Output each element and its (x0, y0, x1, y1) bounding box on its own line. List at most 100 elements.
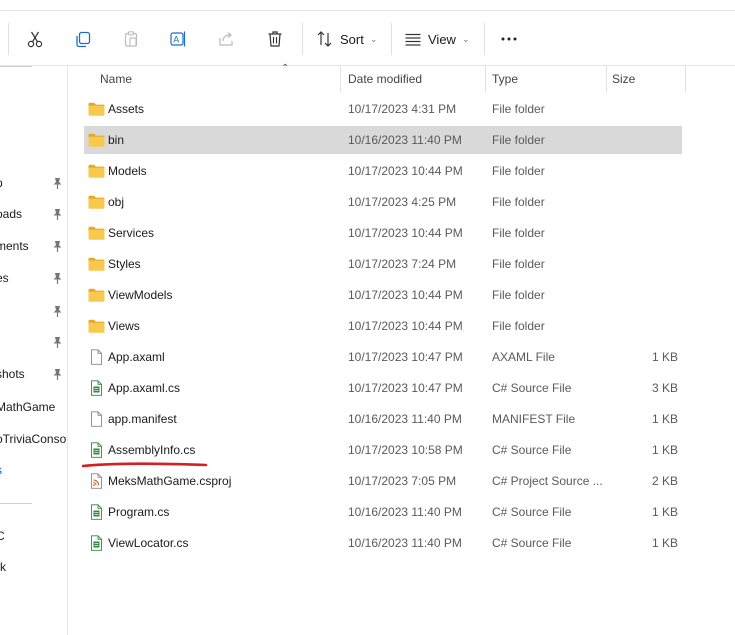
file-row[interactable]: Assets 10/17/2023 4:31 PM File folder (84, 95, 682, 123)
copy-button[interactable] (72, 25, 94, 53)
file-row[interactable]: Models 10/17/2023 10:44 PM File folder (84, 157, 682, 185)
share-button[interactable] (215, 25, 237, 53)
nav-divider (0, 503, 32, 504)
pin-icon (53, 306, 62, 317)
column-header-size[interactable]: Size (612, 66, 682, 92)
file-row[interactable]: bin 10/16/2023 11:40 PM File folder (84, 126, 682, 154)
column-header-type[interactable]: Type (492, 66, 606, 92)
file-type: C# Project Source ... (492, 474, 603, 488)
column-name-label: Name (100, 72, 133, 86)
column-resize-handle[interactable] (485, 66, 486, 92)
file-row[interactable]: Views 10/17/2023 10:44 PM File folder (84, 312, 682, 340)
nav-item-label: rk (0, 560, 6, 574)
nav-item-3[interactable]: es (0, 269, 67, 289)
nav-item-label: MathGame (0, 400, 56, 414)
nav-item-9[interactable]: s (0, 461, 67, 481)
file-name: MeksMathGame.csproj (108, 474, 232, 488)
file-size: 1 KB (651, 412, 678, 426)
column-header-date[interactable]: Date modified (348, 66, 484, 92)
nav-item-6[interactable]: shots (0, 365, 67, 385)
view-button[interactable]: View ⌄ (404, 25, 472, 53)
nav-item-label: C (0, 529, 5, 543)
nav-item-2[interactable]: ments (0, 237, 67, 257)
nav-item-1[interactable]: oads (0, 205, 67, 225)
file-icon (91, 349, 102, 365)
file-date-modified: 10/17/2023 10:44 PM (348, 319, 463, 333)
nav-item-label: p (0, 176, 3, 190)
delete-button[interactable] (264, 25, 286, 53)
file-name: Styles (108, 257, 141, 271)
file-row[interactable]: MeksMathGame.csproj 10/17/2023 7:05 PM C# … (84, 467, 682, 495)
nav-item-8[interactable]: oTriviaConso (0, 430, 67, 450)
file-name: ViewLocator.cs (108, 536, 189, 550)
file-row[interactable]: App.axaml.cs 10/17/2023 10:47 PM C# Source… (84, 374, 682, 402)
cut-button[interactable] (24, 25, 46, 53)
nav-item-label: oTriviaConso (0, 432, 67, 446)
folder-icon (88, 257, 105, 271)
paste-button[interactable] (120, 25, 142, 53)
csharp-file-icon (91, 504, 102, 520)
nav-item-4[interactable] (0, 302, 67, 322)
column-header: ⌃ Name Date modified Type Size (69, 63, 735, 92)
column-type-label: Type (492, 72, 519, 86)
folder-icon (88, 319, 105, 333)
more-options-button[interactable] (498, 25, 520, 53)
pin-icon (53, 178, 62, 189)
sort-button[interactable]: Sort ⌄ (316, 25, 380, 53)
chevron-down-icon: ⌄ (369, 33, 378, 44)
file-date-modified: 10/16/2023 11:40 PM (348, 505, 462, 519)
toolbar-separator (391, 23, 392, 55)
pin-icon (53, 369, 62, 380)
toolbar-separator (302, 23, 303, 55)
csharp-file-icon (91, 535, 102, 551)
file-size: 1 KB (651, 505, 678, 519)
delete-icon (268, 31, 282, 47)
toolbar-separator (484, 23, 485, 55)
folder-icon (88, 288, 105, 302)
file-icon (91, 411, 102, 427)
rename-button[interactable]: A (167, 25, 189, 53)
file-name: obj (108, 195, 125, 209)
nav-item-0[interactable]: p (0, 174, 67, 194)
nav-item-label: shots (0, 367, 25, 381)
file-row[interactable]: App.axaml 10/17/2023 10:47 PM AXAML File 1 … (84, 343, 682, 371)
nav-item-11[interactable]: rk (0, 558, 67, 578)
file-row[interactable]: ViewModels 10/17/2023 10:44 PM File folder (84, 281, 682, 309)
column-resize-handle[interactable] (340, 66, 341, 92)
file-date-modified: 10/17/2023 10:47 PM (348, 350, 463, 364)
column-resize-handle[interactable] (606, 66, 607, 92)
file-name: Services (108, 226, 155, 240)
column-resize-handle[interactable] (685, 66, 686, 92)
file-row[interactable]: obj 10/17/2023 4:25 PM File folder (84, 188, 682, 216)
nav-divider (0, 66, 32, 67)
file-row[interactable]: Styles 10/17/2023 7:24 PM File folder (84, 250, 682, 278)
file-name: Assets (108, 102, 145, 116)
file-name: Models (108, 164, 147, 178)
column-header-name[interactable]: Name (100, 66, 335, 92)
copy-icon (76, 31, 91, 48)
nav-item-10[interactable]: C (0, 527, 67, 547)
file-name: Program.cs (108, 505, 170, 519)
file-name: app.manifest (108, 412, 177, 426)
file-date-modified: 10/17/2023 4:31 PM (348, 102, 457, 116)
pin-icon (53, 273, 62, 284)
file-name: App.axaml.cs (108, 381, 181, 395)
nav-item-7[interactable]: MathGame (0, 398, 67, 418)
file-type: File folder (492, 133, 545, 147)
file-row[interactable]: Program.cs 10/16/2023 11:40 PM C# Source F… (84, 498, 682, 526)
file-name: bin (108, 133, 125, 147)
red-underline-annotation (82, 462, 208, 468)
toolbar-separator (8, 23, 9, 55)
nav-item-5[interactable] (0, 333, 67, 353)
csharp-file-icon (91, 442, 102, 458)
view-label: View (428, 31, 456, 47)
file-row[interactable]: ViewLocator.cs 10/16/2023 11:40 PM C# Sour… (84, 529, 682, 557)
folder-icon (88, 226, 105, 240)
file-row[interactable]: app.manifest 10/16/2023 11:40 PM MANIFEST … (84, 405, 682, 433)
file-date-modified: 10/17/2023 10:44 PM (348, 164, 463, 178)
file-date-modified: 10/17/2023 10:44 PM (348, 288, 463, 302)
file-date-modified: 10/17/2023 10:47 PM (348, 381, 463, 395)
file-row[interactable]: Services 10/17/2023 10:44 PM File folder (84, 219, 682, 247)
command-bar: A Sort ⌄ View ⌄ (0, 10, 735, 66)
file-type: C# Source File (492, 381, 572, 395)
